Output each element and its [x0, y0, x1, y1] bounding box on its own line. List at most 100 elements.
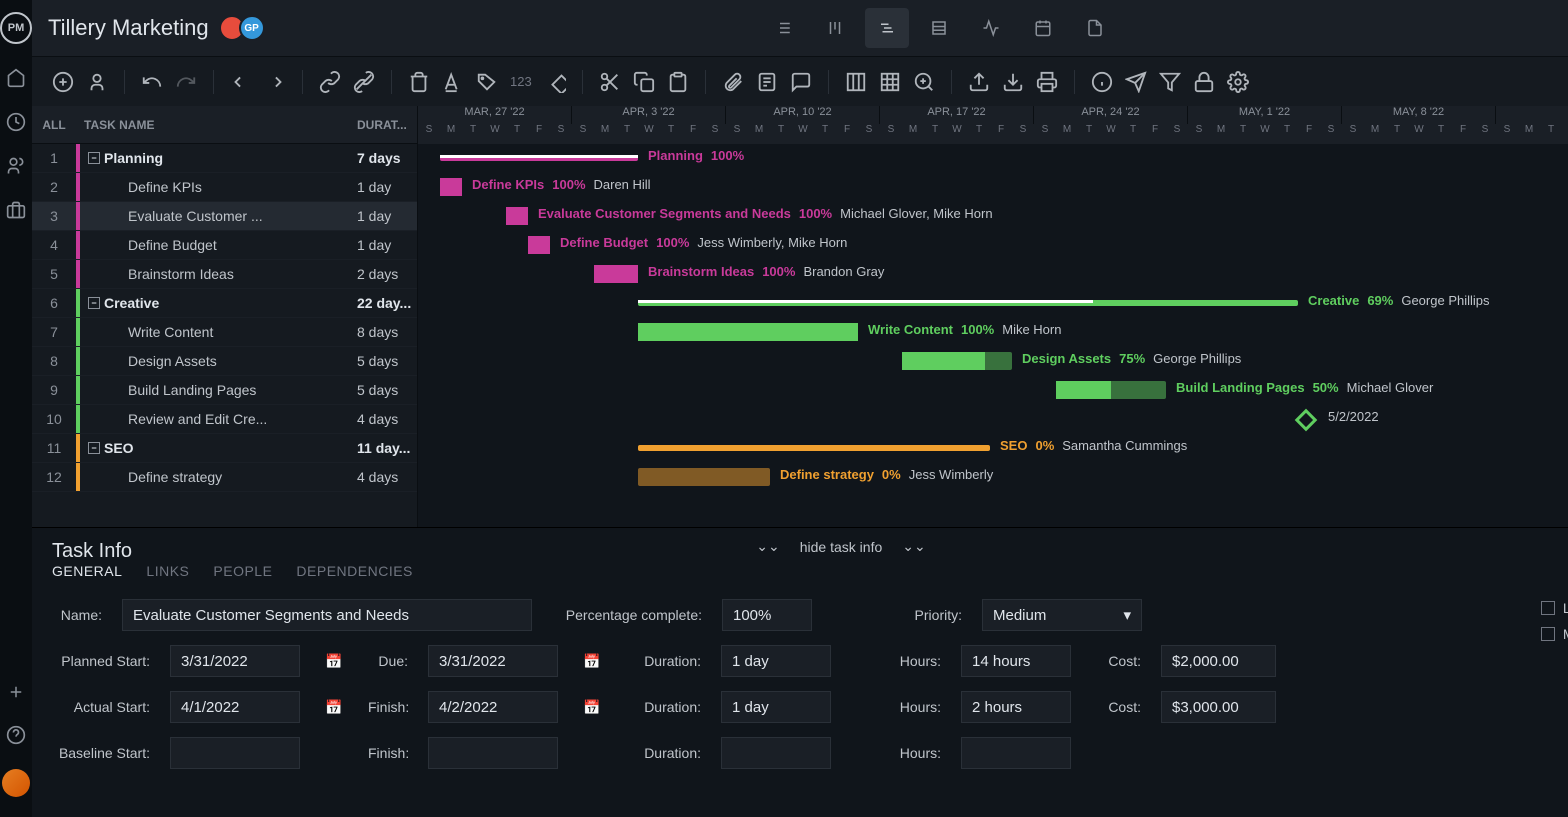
- calendar-icon[interactable]: 📅: [578, 693, 606, 721]
- trash-icon[interactable]: [408, 71, 430, 93]
- baseline-start-input[interactable]: [170, 737, 300, 769]
- columns-icon[interactable]: [845, 71, 867, 93]
- plus-icon[interactable]: [7, 683, 25, 701]
- diamond-icon[interactable]: [544, 71, 566, 93]
- home-icon[interactable]: [6, 68, 26, 88]
- grid-icon[interactable]: [879, 71, 901, 93]
- gantt-bar[interactable]: [638, 445, 990, 451]
- filter-icon[interactable]: [1159, 71, 1181, 93]
- font-icon[interactable]: [442, 71, 464, 93]
- note-icon[interactable]: [756, 71, 778, 93]
- calendar-icon[interactable]: 📅: [320, 647, 348, 675]
- baseline-finish-input[interactable]: [428, 737, 558, 769]
- finish-input[interactable]: [428, 691, 558, 723]
- gantt-bar[interactable]: [638, 468, 770, 486]
- help-icon[interactable]: [6, 725, 26, 745]
- link-icon[interactable]: [319, 71, 341, 93]
- task-row[interactable]: 7 Write Content 8 days: [32, 318, 417, 347]
- task-row[interactable]: 9 Build Landing Pages 5 days: [32, 376, 417, 405]
- calendar-view-icon[interactable]: [1021, 8, 1065, 48]
- gantt-bar[interactable]: [528, 236, 550, 254]
- milestone-checkbox[interactable]: Milestone: [1541, 626, 1568, 642]
- task-row[interactable]: 8 Design Assets 5 days: [32, 347, 417, 376]
- people-icon[interactable]: [6, 156, 26, 176]
- task-row[interactable]: 3 Evaluate Customer ... 1 day: [32, 202, 417, 231]
- gantt-bar[interactable]: [638, 300, 1298, 306]
- planned-start-input[interactable]: [170, 645, 300, 677]
- gantt-bar[interactable]: [440, 155, 638, 161]
- task-row[interactable]: 1 − Planning 7 days: [32, 144, 417, 173]
- file-view-icon[interactable]: [1073, 8, 1117, 48]
- hours2-input[interactable]: [961, 691, 1071, 723]
- pm-logo[interactable]: PM: [0, 12, 32, 44]
- gantt-chart[interactable]: MAR, 27 '22APR, 3 '22APR, 10 '22APR, 17 …: [418, 106, 1568, 527]
- duration2-input[interactable]: [721, 691, 831, 723]
- indent-icon[interactable]: [264, 71, 286, 93]
- task-row[interactable]: 6 − Creative 22 day...: [32, 289, 417, 318]
- list-view-icon[interactable]: [761, 8, 805, 48]
- due-input[interactable]: [428, 645, 558, 677]
- info-icon[interactable]: [1091, 71, 1113, 93]
- gantt-bar[interactable]: [1056, 381, 1166, 399]
- col-name[interactable]: TASK NAME: [76, 118, 357, 132]
- paste-icon[interactable]: [667, 71, 689, 93]
- col-all[interactable]: ALL: [32, 118, 76, 132]
- task-row[interactable]: 4 Define Budget 1 day: [32, 231, 417, 260]
- add-icon[interactable]: [52, 71, 74, 93]
- print-icon[interactable]: [1036, 71, 1058, 93]
- gantt-bar[interactable]: [440, 178, 462, 196]
- lock-icon[interactable]: [1193, 71, 1215, 93]
- cost-input[interactable]: [1161, 645, 1276, 677]
- member-avatars[interactable]: GP: [225, 15, 265, 41]
- attach-icon[interactable]: [722, 71, 744, 93]
- assign-icon[interactable]: [86, 71, 108, 93]
- hide-task-info[interactable]: ⌄⌄ hide task info ⌄⌄: [756, 538, 925, 555]
- col-dur[interactable]: DURAT...: [357, 118, 417, 132]
- tab-people[interactable]: PEOPLE: [213, 563, 272, 579]
- tab-links[interactable]: LINKS: [146, 563, 189, 579]
- cost2-input[interactable]: [1161, 691, 1276, 723]
- gantt-bar[interactable]: [594, 265, 638, 283]
- undo-icon[interactable]: [141, 71, 163, 93]
- comment-icon[interactable]: [790, 71, 812, 93]
- percent-input[interactable]: [722, 599, 812, 631]
- outdent-icon[interactable]: [230, 71, 252, 93]
- user-avatar[interactable]: [2, 769, 30, 797]
- duration-input[interactable]: [721, 645, 831, 677]
- clock-icon[interactable]: [6, 112, 26, 132]
- unlink-icon[interactable]: [353, 71, 375, 93]
- tag-icon[interactable]: [476, 71, 498, 93]
- hours-input[interactable]: [961, 645, 1071, 677]
- baseline-hours-input[interactable]: [961, 737, 1071, 769]
- priority-select[interactable]: Medium▾: [982, 599, 1142, 631]
- tab-dependencies[interactable]: DEPENDENCIES: [296, 563, 412, 579]
- calendar-icon[interactable]: 📅: [578, 647, 606, 675]
- copy-icon[interactable]: [633, 71, 655, 93]
- settings-icon[interactable]: [1227, 71, 1249, 93]
- briefcase-icon[interactable]: [6, 200, 26, 220]
- gantt-bar[interactable]: [638, 323, 858, 341]
- gantt-bar[interactable]: [506, 207, 528, 225]
- task-row[interactable]: 2 Define KPIs 1 day: [32, 173, 417, 202]
- collapse-icon[interactable]: −: [88, 442, 100, 454]
- baseline-duration-input[interactable]: [721, 737, 831, 769]
- sheet-view-icon[interactable]: [917, 8, 961, 48]
- task-row[interactable]: 5 Brainstorm Ideas 2 days: [32, 260, 417, 289]
- actual-start-input[interactable]: [170, 691, 300, 723]
- gantt-bar[interactable]: [902, 352, 1012, 370]
- task-row[interactable]: 12 Define strategy 4 days: [32, 463, 417, 492]
- zoom-icon[interactable]: [913, 71, 935, 93]
- cut-icon[interactable]: [599, 71, 621, 93]
- redo-icon[interactable]: [175, 71, 197, 93]
- import-icon[interactable]: [1002, 71, 1024, 93]
- activity-view-icon[interactable]: [969, 8, 1013, 48]
- task-name-input[interactable]: [122, 599, 532, 631]
- locked-checkbox[interactable]: Locked ⓘ: [1541, 598, 1568, 618]
- task-row[interactable]: 10 Review and Edit Cre... 4 days: [32, 405, 417, 434]
- tab-general[interactable]: GENERAL: [52, 563, 122, 579]
- collapse-icon[interactable]: −: [88, 297, 100, 309]
- board-view-icon[interactable]: [813, 8, 857, 48]
- gantt-view-icon[interactable]: [865, 8, 909, 48]
- calendar-icon[interactable]: 📅: [320, 693, 348, 721]
- milestone-icon[interactable]: [1295, 409, 1318, 432]
